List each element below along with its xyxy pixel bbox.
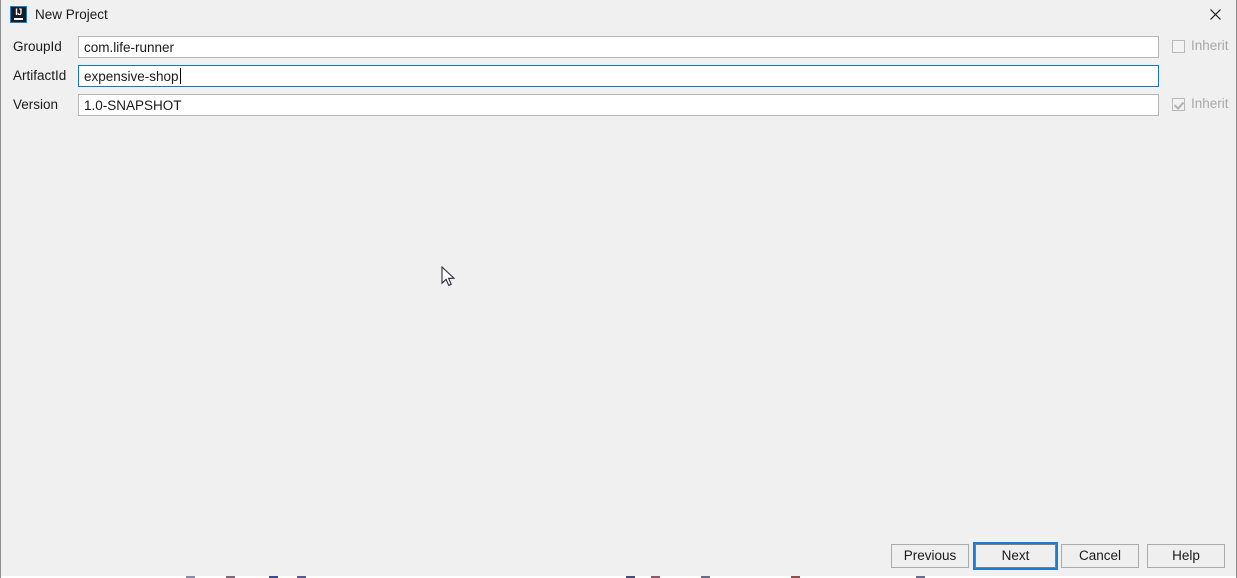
- cancel-button[interactable]: Cancel: [1061, 544, 1139, 568]
- version-label: Version: [13, 97, 59, 112]
- title-bar: IJ New Project: [1, 0, 1236, 29]
- inherit-version-label: Inherit: [1191, 96, 1229, 111]
- new-project-dialog: IJ New Project GroupId Inherit ArtifactI…: [0, 0, 1237, 578]
- inherit-version-checkbox[interactable]: Inherit: [1172, 96, 1229, 112]
- artifactid-label: ArtifactId: [13, 68, 67, 83]
- app-icon-text: IJ: [15, 7, 22, 17]
- page-title: New Project: [35, 7, 108, 22]
- artifactid-input[interactable]: [78, 65, 1159, 87]
- dialog-button-bar: Previous Next Cancel Help: [1, 542, 1236, 570]
- next-button-label: Next: [975, 544, 1056, 568]
- close-icon: [1210, 9, 1221, 20]
- form-row-groupid: GroupId Inherit: [1, 36, 1236, 58]
- close-button[interactable]: [1193, 0, 1236, 29]
- inherit-groupid-label: Inherit: [1191, 38, 1229, 53]
- next-button[interactable]: Next: [973, 542, 1058, 570]
- intellij-idea-icon: IJ: [10, 6, 27, 23]
- groupid-input[interactable]: [78, 36, 1159, 58]
- groupid-label: GroupId: [13, 39, 62, 54]
- app-icon-underline: [14, 18, 23, 20]
- checkbox-box: [1172, 39, 1185, 53]
- form-row-artifactid: ArtifactId: [1, 65, 1236, 87]
- previous-button[interactable]: Previous: [891, 544, 969, 568]
- version-input[interactable]: [78, 94, 1159, 116]
- mouse-cursor: [441, 265, 457, 290]
- text-caret: [179, 68, 181, 84]
- inherit-groupid-checkbox[interactable]: Inherit: [1172, 38, 1229, 54]
- checkbox-box: [1172, 97, 1185, 111]
- help-button[interactable]: Help: [1147, 544, 1225, 568]
- form-row-version: Version Inherit: [1, 94, 1236, 116]
